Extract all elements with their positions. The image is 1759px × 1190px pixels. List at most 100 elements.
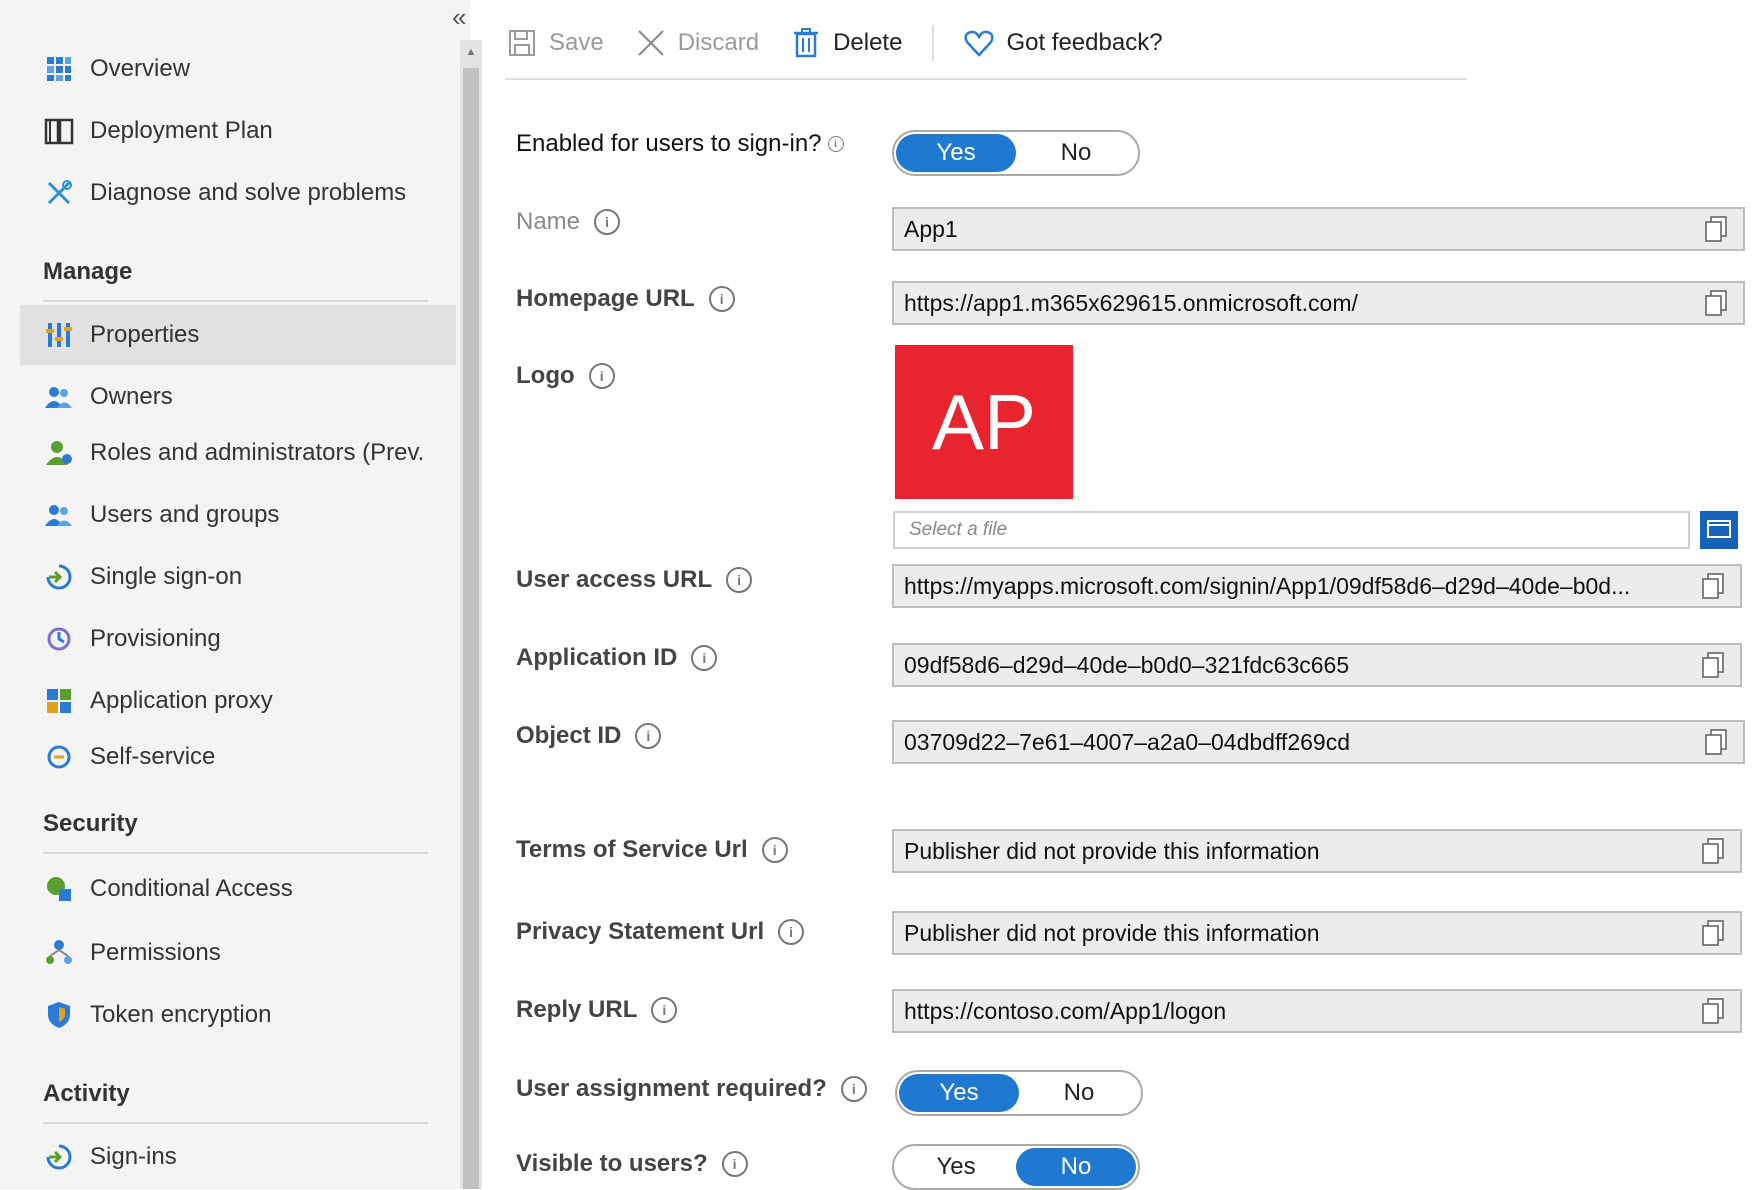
privacy-statement-label: Privacy Statement Url i xyxy=(516,918,805,946)
logo-label: Logo i xyxy=(516,362,615,390)
sidebar-item-deployment-plan[interactable]: Deployment Plan xyxy=(20,104,456,158)
application-id-field[interactable]: 09df58d6–d29d–40de–b0d0–321fdc63c665 xyxy=(892,643,1742,687)
info-icon[interactable]: i xyxy=(635,723,662,749)
info-icon[interactable]: i xyxy=(778,919,805,945)
user-access-url-label-text: User access URL xyxy=(516,566,713,593)
delete-button[interactable]: Delete xyxy=(789,26,902,60)
sidebar-item-label: Permissions xyxy=(90,939,221,966)
info-icon[interactable]: i xyxy=(708,286,735,312)
select-file-input[interactable]: Select a file xyxy=(893,511,1690,549)
enabled-yes-option[interactable]: Yes xyxy=(896,134,1016,172)
enabled-signin-label-text: Enabled for users to sign-in? xyxy=(516,130,822,157)
section-divider xyxy=(43,852,428,854)
copy-icon[interactable] xyxy=(1699,286,1733,320)
visible-to-users-toggle[interactable]: Yes No xyxy=(892,1144,1140,1190)
scroll-up-arrow-icon[interactable]: ▲ xyxy=(460,40,482,64)
object-id-label-text: Object ID xyxy=(516,722,622,749)
visible-to-users-label: Visible to users? i xyxy=(516,1150,748,1178)
homepage-url-value: https://app1.m365x629615.onmicrosoft.com… xyxy=(904,289,1358,316)
sidebar-item-properties[interactable]: Properties xyxy=(20,305,456,365)
sidebar-item-overview[interactable]: Overview xyxy=(20,42,456,96)
app-logo: AP xyxy=(895,345,1073,499)
sidebar-item-owners[interactable]: Owners xyxy=(20,370,456,424)
user-assignment-toggle[interactable]: Yes No xyxy=(895,1070,1143,1116)
sidebar-item-label: Conditional Access xyxy=(90,875,293,902)
overview-grid-icon xyxy=(42,52,76,86)
copy-icon[interactable] xyxy=(1696,569,1730,603)
user-access-url-field[interactable]: https://myapps.microsoft.com/signin/App1… xyxy=(892,564,1742,608)
privacy-statement-field[interactable]: Publisher did not provide this informati… xyxy=(892,911,1742,955)
object-id-label: Object ID i xyxy=(516,722,662,750)
sidebar-item-conditional-access[interactable]: Conditional Access xyxy=(20,862,456,916)
visible-yes-option[interactable]: Yes xyxy=(896,1148,1016,1186)
browse-file-button[interactable] xyxy=(1700,511,1738,549)
permissions-icon xyxy=(42,936,76,970)
sidebar-item-label: Single sign-on xyxy=(90,563,243,590)
visible-no-option[interactable]: No xyxy=(1016,1148,1136,1186)
copy-icon[interactable] xyxy=(1699,212,1733,246)
info-icon[interactable]: i xyxy=(594,209,621,235)
users-groups-icon xyxy=(42,498,76,532)
info-icon[interactable]: i xyxy=(721,1151,748,1177)
delete-label: Delete xyxy=(833,29,903,56)
sidebar-item-permissions[interactable]: Permissions xyxy=(20,926,456,980)
sidebar-item-token-encryption[interactable]: Token encryption xyxy=(20,988,456,1042)
discard-label: Discard xyxy=(677,29,760,56)
info-icon[interactable]: i xyxy=(726,567,753,593)
copy-icon[interactable] xyxy=(1699,725,1733,759)
sidebar-item-sign-ins[interactable]: Sign-ins xyxy=(20,1130,456,1184)
toolbar-divider xyxy=(505,78,1467,80)
sidebar-item-roles[interactable]: Roles and administrators (Prev. xyxy=(20,426,456,480)
assignment-no-option[interactable]: No xyxy=(1019,1074,1139,1112)
scroll-thumb[interactable] xyxy=(463,68,479,1189)
owners-people-icon xyxy=(42,380,76,414)
sidebar-item-label: Application proxy xyxy=(90,687,273,714)
name-label: Name i xyxy=(516,208,621,236)
feedback-button[interactable]: Got feedback? xyxy=(962,26,1163,60)
homepage-url-field[interactable]: https://app1.m365x629615.onmicrosoft.com… xyxy=(892,281,1745,325)
homepage-url-label-text: Homepage URL xyxy=(516,285,695,312)
info-icon[interactable]: i xyxy=(840,1076,867,1102)
sidebar-item-single-sign-on[interactable]: Single sign-on xyxy=(20,550,456,604)
save-button[interactable]: Save xyxy=(505,26,604,60)
sidebar-item-label: Roles and administrators (Prev. xyxy=(90,439,425,466)
sign-in-arrow-icon xyxy=(42,560,76,594)
sidebar-item-self-service[interactable]: Self-service xyxy=(20,730,456,784)
info-icon[interactable]: i xyxy=(691,645,718,671)
sidebar-item-label: Sign-ins xyxy=(90,1143,177,1170)
sidebar-item-label: Owners xyxy=(90,383,173,410)
sidebar-item-diagnose[interactable]: Diagnose and solve problems xyxy=(20,166,456,220)
privacy-statement-label-text: Privacy Statement Url xyxy=(516,918,765,945)
collapse-sidebar-button[interactable]: « xyxy=(452,2,466,33)
enabled-no-option[interactable]: No xyxy=(1016,134,1136,172)
conditional-access-icon xyxy=(42,872,76,906)
trash-icon xyxy=(789,26,823,60)
sidebar-item-application-proxy[interactable]: Application proxy xyxy=(20,674,456,728)
assignment-yes-option[interactable]: Yes xyxy=(899,1074,1019,1112)
info-icon[interactable]: i xyxy=(761,837,788,863)
sidebar-item-users-groups[interactable]: Users and groups xyxy=(20,488,456,542)
info-icon[interactable]: i xyxy=(651,997,678,1023)
user-assignment-label-text: User assignment required? xyxy=(516,1075,827,1102)
copy-icon[interactable] xyxy=(1696,994,1730,1028)
info-icon[interactable]: i xyxy=(588,363,615,389)
terms-of-service-label: Terms of Service Url i xyxy=(516,836,788,864)
enabled-signin-toggle[interactable]: Yes No xyxy=(892,130,1140,176)
reply-url-field[interactable]: https://contoso.com/App1/logon xyxy=(892,989,1742,1033)
sidebar-item-label: Diagnose and solve problems xyxy=(90,179,407,206)
sidebar-item-provisioning[interactable]: Provisioning xyxy=(20,612,456,666)
copy-icon[interactable] xyxy=(1696,916,1730,950)
info-icon[interactable]: i xyxy=(827,136,844,152)
user-access-url-value: https://myapps.microsoft.com/signin/App1… xyxy=(904,572,1631,599)
name-field[interactable]: App1 xyxy=(892,207,1745,251)
discard-button[interactable]: Discard xyxy=(634,26,759,60)
provisioning-icon xyxy=(42,622,76,656)
copy-icon[interactable] xyxy=(1696,834,1730,868)
name-label-text: Name xyxy=(516,208,581,235)
object-id-field[interactable]: 03709d22–7e61–4007–a2a0–04dbdff269cd xyxy=(892,720,1745,764)
section-activity-heading: Activity xyxy=(43,1080,130,1107)
copy-icon[interactable] xyxy=(1696,648,1730,682)
sidebar-scrollbar[interactable]: ▲ xyxy=(460,40,482,1189)
sidebar-item-label: Token encryption xyxy=(90,1001,272,1028)
terms-of-service-field[interactable]: Publisher did not provide this informati… xyxy=(892,829,1742,873)
